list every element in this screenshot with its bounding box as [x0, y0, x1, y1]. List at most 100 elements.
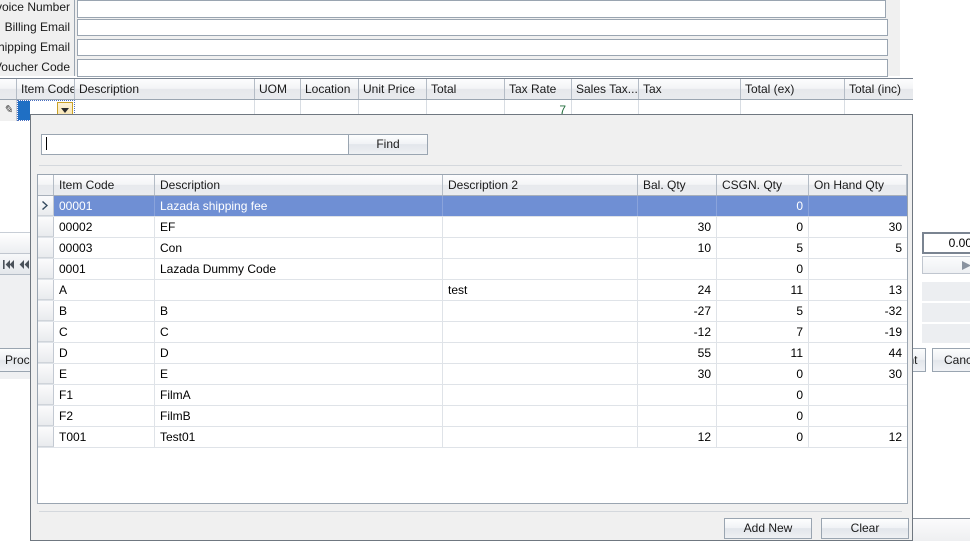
table-row[interactable]: Atest241113	[38, 280, 907, 301]
cell-on-hand-qty[interactable]: 12	[809, 427, 907, 447]
table-row[interactable]: DD551144	[38, 343, 907, 364]
cell-description2[interactable]	[443, 196, 638, 216]
column-header-total-ex[interactable]: Total (ex)	[741, 79, 845, 99]
cell-bal-qty[interactable]	[638, 406, 717, 426]
column-header-csgn-qty[interactable]: CSGN. Qty	[717, 175, 809, 195]
cell-bal-qty[interactable]	[638, 196, 717, 216]
nav-first-record-icon[interactable]	[0, 254, 16, 274]
column-header-sales-tax[interactable]: Sales Tax...	[572, 79, 639, 99]
cell-description[interactable]: D	[155, 343, 443, 363]
cell-on-hand-qty[interactable]: 13	[809, 280, 907, 300]
cell-bal-qty[interactable]: -27	[638, 301, 717, 321]
cell-description[interactable]: Lazada Dummy Code	[155, 259, 443, 279]
table-row[interactable]: 00003Con1055	[38, 238, 907, 259]
column-header-item-code[interactable]: Item Code	[17, 79, 75, 99]
cell-on-hand-qty[interactable]: 44	[809, 343, 907, 363]
cell-description[interactable]: EF	[155, 217, 443, 237]
table-row[interactable]: BB -275-32	[38, 301, 907, 322]
cell-bal-qty[interactable]: 55	[638, 343, 717, 363]
cell-item-code[interactable]: C	[54, 322, 155, 342]
row-header-cell[interactable]	[38, 301, 54, 321]
column-header-uom[interactable]: UOM	[255, 79, 301, 99]
row-header-cell[interactable]	[38, 406, 54, 426]
cell-description[interactable]: FilmA	[155, 385, 443, 405]
cell-description[interactable]: Con	[155, 238, 443, 258]
column-header-description[interactable]: Description	[75, 79, 255, 99]
cell-bal-qty[interactable]: 30	[638, 364, 717, 384]
column-header-tax-rate[interactable]: Tax Rate	[505, 79, 572, 99]
cell-description2[interactable]	[443, 322, 638, 342]
cell-bal-qty[interactable]: 10	[638, 238, 717, 258]
cell-on-hand-qty[interactable]: -19	[809, 322, 907, 342]
column-header-bal-qty[interactable]: Bal. Qty	[638, 175, 717, 195]
cell-csgn-qty[interactable]: 0	[717, 364, 809, 384]
table-row[interactable]: EE 30030	[38, 364, 907, 385]
column-header-total[interactable]: Total	[427, 79, 505, 99]
row-header-cell[interactable]	[38, 385, 54, 405]
amount-total-field[interactable]: 0.00	[922, 232, 970, 254]
column-header-description[interactable]: Description	[155, 175, 443, 195]
cell-description[interactable]: FilmB	[155, 406, 443, 426]
cell-csgn-qty[interactable]: 11	[717, 280, 809, 300]
cell-item-code[interactable]: T001	[54, 427, 155, 447]
cell-description2[interactable]	[443, 217, 638, 237]
cell-csgn-qty[interactable]: 11	[717, 343, 809, 363]
cell-csgn-qty[interactable]: 7	[717, 322, 809, 342]
cell-bal-qty[interactable]: 12	[638, 427, 717, 447]
table-row[interactable]: 00001Lazada shipping fee 0	[38, 196, 907, 217]
cell-csgn-qty[interactable]: 0	[717, 217, 809, 237]
cell-description[interactable]: B	[155, 301, 443, 321]
cell-item-code[interactable]: F2	[54, 406, 155, 426]
cell-description[interactable]: Lazada shipping fee	[155, 196, 443, 216]
cell-on-hand-qty[interactable]	[809, 406, 907, 426]
table-row[interactable]: T001Test0112012	[38, 427, 907, 448]
row-header-cell[interactable]	[38, 343, 54, 363]
cell-csgn-qty[interactable]: 0	[717, 259, 809, 279]
column-header-unit-price[interactable]: Unit Price	[359, 79, 427, 99]
cell-on-hand-qty[interactable]	[809, 196, 907, 216]
cell-bal-qty[interactable]	[638, 259, 717, 279]
column-header-tax[interactable]: Tax	[639, 79, 741, 99]
invoice-number-input[interactable]	[77, 0, 886, 18]
cell-description2[interactable]	[443, 406, 638, 426]
table-row[interactable]: F1FilmA 0	[38, 385, 907, 406]
add-new-button[interactable]: Add New	[724, 518, 812, 539]
cell-csgn-qty[interactable]: 0	[717, 196, 809, 216]
cell-description2[interactable]	[443, 238, 638, 258]
find-button[interactable]: Find	[348, 134, 428, 155]
cancel-button[interactable]: Canc	[932, 348, 970, 372]
cell-on-hand-qty[interactable]: 30	[809, 364, 907, 384]
cell-csgn-qty[interactable]: 5	[717, 238, 809, 258]
cell-item-code[interactable]: 00001	[54, 196, 155, 216]
table-row[interactable]: 0001Lazada Dummy Code 0	[38, 259, 907, 280]
search-input[interactable]	[41, 134, 350, 155]
cell-description2[interactable]	[443, 301, 638, 321]
cell-description2[interactable]	[443, 343, 638, 363]
cell-description2[interactable]: test	[443, 280, 638, 300]
billing-email-input[interactable]	[77, 19, 888, 36]
cell-on-hand-qty[interactable]	[809, 385, 907, 405]
cell-item-code[interactable]: F1	[54, 385, 155, 405]
cell-bal-qty[interactable]: 24	[638, 280, 717, 300]
column-header-location[interactable]: Location	[301, 79, 359, 99]
column-header-on-hand-qty[interactable]: On Hand Qty	[809, 175, 907, 195]
cell-csgn-qty[interactable]: 0	[717, 406, 809, 426]
cell-item-code[interactable]: A	[54, 280, 155, 300]
cell-item-code[interactable]: 0001	[54, 259, 155, 279]
cell-item-code[interactable]: B	[54, 301, 155, 321]
cell-on-hand-qty[interactable]: -32	[809, 301, 907, 321]
row-header-cell[interactable]	[38, 217, 54, 237]
row-header-cell[interactable]	[38, 322, 54, 342]
cell-csgn-qty[interactable]: 5	[717, 301, 809, 321]
cell-item-code[interactable]: 00003	[54, 238, 155, 258]
cell-description[interactable]: E	[155, 364, 443, 384]
voucher-code-input[interactable]	[77, 59, 888, 77]
row-header-cell[interactable]	[38, 364, 54, 384]
cell-item-code[interactable]: 00002	[54, 217, 155, 237]
table-row[interactable]: 00002EF30030	[38, 217, 907, 238]
cell-item-code[interactable]: E	[54, 364, 155, 384]
cell-on-hand-qty[interactable]: 30	[809, 217, 907, 237]
row-header-cell[interactable]	[38, 280, 54, 300]
cell-bal-qty[interactable]	[638, 385, 717, 405]
cell-csgn-qty[interactable]: 0	[717, 385, 809, 405]
